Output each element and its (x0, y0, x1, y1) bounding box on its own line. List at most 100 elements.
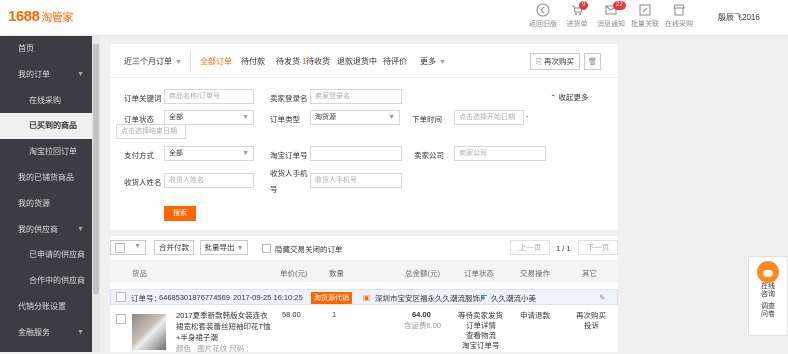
batch-link-button[interactable]: 批量关联 (628, 3, 662, 29)
top-icons: 返回旧版 9 进货单 22 消息通知 批量关联 在线采购 (526, 1, 696, 29)
sidebar-item-home[interactable]: 首页 (0, 36, 92, 62)
source-tag: 淘货源代销 (311, 292, 352, 304)
end-date-input[interactable]: 点击选择结束日期 (116, 124, 186, 139)
quantity: 1 (332, 310, 337, 319)
trash-icon: 🗑 (587, 57, 598, 66)
order-no[interactable]: 64685301876774569 (159, 293, 230, 302)
chevron-down-icon: ▼ (439, 59, 446, 66)
order-type-value: 淘货源 (315, 114, 336, 121)
pay-method-select[interactable]: 全部 ▼ (164, 146, 254, 161)
date-dash: - (526, 112, 529, 121)
tab-all-orders[interactable]: 全部订单 (200, 56, 232, 67)
unit-price: 58.00 (282, 310, 301, 319)
tab-pending-review[interactable]: 待评价 (383, 56, 407, 67)
sidebar-item-applied-suppliers[interactable]: 已申请的供应商 (0, 242, 92, 268)
receiver-input[interactable]: 收货人姓名 (164, 173, 254, 188)
complain-link[interactable]: 投诉 (584, 320, 599, 331)
purchase-list-button[interactable]: 9 进货单 (560, 1, 594, 29)
online-purchase-button[interactable]: 在线采购 (662, 3, 696, 29)
search-button[interactable]: 搜索 (164, 206, 196, 221)
note-icon[interactable]: ✎ (599, 293, 605, 302)
tab-refund[interactable]: 退款退货中 (337, 56, 377, 67)
service-widget[interactable]: 在线 咨询 调查 问卷 (748, 256, 788, 336)
seller-company-input[interactable]: 卖家公司 (454, 146, 546, 161)
filter-panel: 近三个月订单 ▼ 全部订单 待付款 待发货 1 待收货 退款退货中 待评价 更多 ▼… (110, 44, 618, 230)
sidebar: 首页 我的订单 ▼ 在线采购 已买到的商品 淘宝拉回订单 我的已铺货商品 我的货源… (0, 36, 92, 352)
mascot-icon (757, 261, 779, 283)
tab-pending-payment[interactable]: 待付款 (241, 56, 265, 67)
shop-name[interactable]: 久久潮流小美 (491, 293, 536, 304)
col-price: 单价(元) (280, 269, 308, 278)
receiver-label: 收货人姓名 (124, 178, 162, 187)
hide-closed-checkbox[interactable] (262, 244, 271, 253)
period-dropdown[interactable]: 近三个月订单 ▼ (124, 56, 182, 67)
shipping-fee: 含运费6.00 (404, 321, 442, 330)
chevron-down-icon: ▼ (134, 243, 141, 250)
notifications-button[interactable]: 22 消息通知 (594, 1, 628, 29)
order-checkbox[interactable] (116, 292, 126, 302)
keyword-input[interactable]: 商品名称/订单号 (164, 89, 254, 104)
pay-method-label: 支付方式 (124, 151, 154, 160)
app-logo[interactable]: 1688 淘管家 (8, 8, 73, 25)
order-item: 2017夏季新款韩版女装连衣 裙宽松套装蕾丝短袖印花T恤 +半身裙子潮 颜色 :… (110, 306, 618, 353)
back-old-version-label: 返回旧版 (529, 21, 557, 28)
purchase-list-label: 进货单 (566, 21, 588, 28)
period-label: 近三个月订单 (124, 57, 172, 66)
sidebar-item-my-sources[interactable]: 我的货源 (0, 191, 92, 217)
sidebar-item-taobao-orders[interactable]: 淘宝拉回订单 (0, 139, 92, 165)
col-qty: 数量 (329, 269, 344, 278)
merge-pay-button[interactable]: 合并付款 (154, 240, 194, 255)
item-checkbox[interactable] (116, 314, 126, 324)
tab-label: 更多 (420, 57, 436, 66)
seller-login-input[interactable]: 卖家登录名 (310, 89, 402, 104)
taobao-order-link[interactable]: 淘宝订单号 (462, 340, 500, 351)
receiver-phone-input[interactable]: 收货人手机号 (310, 173, 402, 188)
product-thumbnail[interactable] (132, 314, 166, 350)
scrollbar-thumb[interactable] (93, 44, 99, 294)
sidebar-item-finance[interactable]: 金融服务 ▼ (0, 320, 92, 346)
sidebar-item-listed-goods[interactable]: 我的已铺货商品 (0, 165, 92, 191)
product-title-3[interactable]: +半身裙子潮 (176, 332, 218, 343)
consult-label-1: 在线 (761, 283, 775, 290)
notifications-label: 消息通知 (597, 21, 625, 28)
order-type-select[interactable]: 淘货源 ▼ (310, 110, 400, 125)
sidebar-item-label: 我的供应商 (18, 224, 58, 234)
apply-refund-link[interactable]: 申请退款 (520, 310, 550, 321)
batch-export-dropdown[interactable]: 批量导出 ▼ (200, 240, 248, 255)
tab-pending-shipment[interactable]: 待发货 1 (276, 56, 307, 67)
chevron-down-icon: ▼ (388, 114, 395, 121)
start-date-input[interactable]: 点击选择开始日期 (454, 110, 524, 125)
logo-sub: 淘管家 (41, 12, 73, 24)
rebuy-button[interactable]: ⎘ 再次购买 (530, 53, 580, 70)
sidebar-item-my-suppliers[interactable]: 我的供应商 ▼ (0, 217, 92, 243)
select-all-checkbox[interactable] (115, 243, 125, 253)
wangwang-icon[interactable]: ● (481, 293, 486, 302)
divider (190, 52, 191, 72)
status-select[interactable]: 全部 ▼ (164, 110, 254, 125)
tab-label: 待发货 (276, 57, 300, 66)
sidebar-item-split-settings[interactable]: 代销分账设置 (0, 294, 92, 320)
back-old-version-button[interactable]: 返回旧版 (526, 3, 560, 29)
select-all-dropdown[interactable]: ▼ (110, 240, 146, 255)
sidebar-item-purchased-goods[interactable]: 已买到的商品 (0, 113, 92, 140)
chevron-down-icon: ▼ (236, 245, 244, 252)
delete-button[interactable]: 🗑 (584, 53, 601, 70)
sidebar-item-online-purchase[interactable]: 在线采购 (0, 88, 92, 114)
chevron-down-icon: ▼ (77, 328, 84, 336)
taobao-no-input[interactable] (310, 146, 402, 161)
product-title-2[interactable]: 裙宽松套装蕾丝短袖印花T恤 (176, 321, 271, 332)
user-name[interactable]: 殷辰飞2016 (718, 12, 760, 23)
product-title-1[interactable]: 2017夏季新款韩版女装连衣 (176, 310, 268, 321)
tab-pending-receipt[interactable]: 待收货 (306, 56, 330, 67)
seller-name[interactable]: 深圳市宝安区福永久久潮流服饰厂 (375, 293, 488, 304)
top-bar: 1688 淘管家 返回旧版 9 进货单 22 消息通知 批量关联 在线采购 殷辰飞… (0, 0, 788, 36)
sidebar-item-my-orders[interactable]: 我的订单 ▼ (0, 62, 92, 88)
tab-more[interactable]: 更多 ▼ (420, 56, 446, 67)
prev-page-button[interactable]: 上一页 (510, 240, 550, 255)
collapse-more-link[interactable]: ⌃ 收起更多 (550, 92, 588, 103)
sidebar-item-cooperating-suppliers[interactable]: 合作中的供应商 (0, 268, 92, 294)
link-icon (639, 4, 651, 16)
sidebar-scrollbar[interactable] (92, 36, 100, 352)
order-no-label: 订单号： (131, 294, 161, 303)
next-page-button[interactable]: 下一页 (578, 240, 618, 255)
